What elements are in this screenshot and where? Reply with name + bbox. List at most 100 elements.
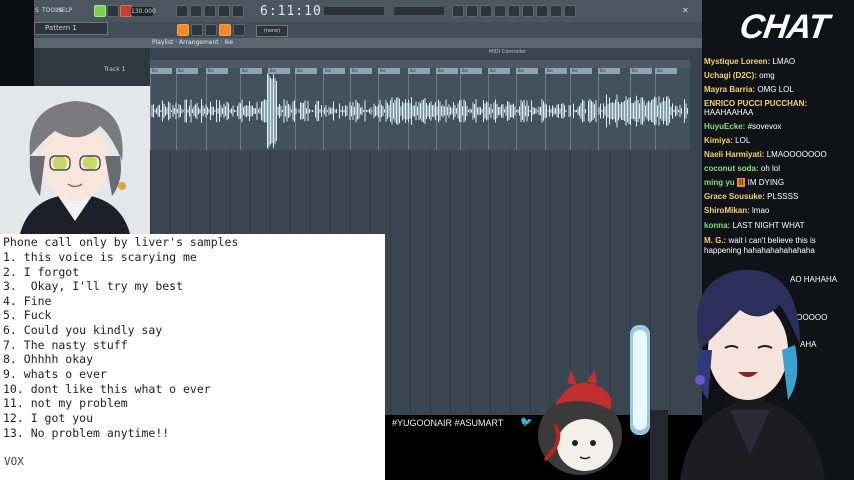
chat-username: Kimiya: xyxy=(704,136,733,145)
list-item: 7. The nasty stuff xyxy=(3,338,128,352)
chat-username: Mayra Barria: xyxy=(704,85,756,94)
tempo-display[interactable]: 130.000 xyxy=(131,7,156,16)
chat-text: lmao xyxy=(752,206,770,215)
snap-button[interactable] xyxy=(177,24,189,36)
close-icon[interactable]: ✕ xyxy=(682,6,689,15)
fl-secondary-toolbar: (none) Pattern 1 FL STUDIO GRAVIT MIDI C… xyxy=(34,22,702,55)
chat-text: IM DYING xyxy=(747,178,785,187)
list-item: 1. this voice is scarying me xyxy=(3,250,197,264)
chat-text: wait i can't believe this is xyxy=(728,236,816,245)
chat-message: Kimiya: LOL xyxy=(704,136,750,145)
chat-text: OMG LOL xyxy=(757,85,794,94)
menu-s[interactable]: S xyxy=(35,7,39,14)
waveform xyxy=(151,73,688,149)
playlist-title: Playlist · Arrangement · Ike xyxy=(152,39,234,46)
chat-username: coconut soda: xyxy=(704,164,759,173)
list-item: 10. dont like this what o ever xyxy=(3,382,211,396)
list-item: 2. I forgot xyxy=(3,265,80,279)
step-edit-button[interactable] xyxy=(218,5,230,17)
chat-text: PLSSSS xyxy=(767,192,799,201)
mic-button[interactable] xyxy=(480,5,492,17)
chibi-mascot xyxy=(538,369,622,475)
mixer-button[interactable] xyxy=(550,5,562,17)
cut-button[interactable] xyxy=(494,5,506,17)
member-badge-icon: II xyxy=(736,178,746,187)
timeline-ruler[interactable] xyxy=(150,60,690,68)
list-item: 9. whats o ever xyxy=(3,367,107,381)
typing-keyboard-button[interactable] xyxy=(232,5,244,17)
avatar-left xyxy=(0,86,150,234)
draw-tool-button[interactable] xyxy=(191,24,203,36)
help-button[interactable] xyxy=(522,5,534,17)
browser-button[interactable] xyxy=(536,5,548,17)
song-position-time: 6:11:10 xyxy=(260,4,322,19)
chat-text: omg xyxy=(759,71,775,80)
hint-line-2: MIDI Controller xyxy=(489,49,527,55)
chat-message: Grace Sousuke: PLSSSS xyxy=(704,192,798,201)
slice-tool-button[interactable] xyxy=(219,24,231,36)
list-item: 5. Fuck xyxy=(3,308,52,322)
chat-username: M. G.: xyxy=(704,236,727,245)
wait-button[interactable] xyxy=(190,5,202,17)
chat-message: ENRICO PUCCI PUCCHAN: xyxy=(704,99,807,108)
list-item: 4. Fine xyxy=(3,294,52,308)
paint-tool-button[interactable] xyxy=(205,24,217,36)
menu-help[interactable]: HELP xyxy=(57,7,72,14)
chat-username: Grace Sousuke: xyxy=(704,192,765,201)
chat-message: Uchagi (D2C): omg xyxy=(704,71,775,80)
fl-top-toolbar: S TOOLS HELP 130.000 6:11:10 ✕ xyxy=(34,0,702,23)
list-item: 8. Ohhhh okay xyxy=(3,352,94,366)
chat-username: HuyuEcke: xyxy=(704,122,746,131)
chat-text: LAST NIGHT WHAT xyxy=(732,221,805,230)
chat-text: oh lol xyxy=(760,164,781,173)
list-item: 13. No problem anytime!! xyxy=(3,426,170,440)
chat-message: coconut soda: oh lol xyxy=(704,164,780,173)
pattern-selector[interactable]: Pattern 1 xyxy=(34,22,108,35)
chat-message: HAAHAAHAA xyxy=(704,108,753,117)
chat-message: ming yu II IM DYING xyxy=(704,178,784,187)
snap-select[interactable]: (none) xyxy=(256,25,288,37)
chat-text: LMAO xyxy=(772,57,796,66)
pattern-song-toggle[interactable] xyxy=(94,5,106,17)
chat-title: CHAT xyxy=(737,8,831,46)
chat-message: Naeli Harmiyati: LMAOOOOOOO xyxy=(704,150,827,159)
chat-text: LOL xyxy=(735,136,751,145)
playlist-title-bar[interactable]: Playlist · Arrangement · Ike xyxy=(34,38,702,48)
hashtags: #YUGOONAIR #ASUMART xyxy=(392,418,504,428)
list-item: 11. not my problem xyxy=(3,396,128,410)
online-news-button[interactable] xyxy=(452,5,464,17)
track-name[interactable]: Track 1 xyxy=(104,66,125,73)
select-tool-button[interactable] xyxy=(233,24,245,36)
chat-message: HuyuEcke: #sovevox xyxy=(704,122,781,131)
chat-username: ENRICO PUCCI PUCCHAN: xyxy=(704,99,808,108)
chat-message: konna: LAST NIGHT WHAT xyxy=(704,221,804,230)
chat-username: Mystique Loreen: xyxy=(704,57,771,66)
chat-username: Uchagi (D2C): xyxy=(704,71,757,80)
master-pitch-slider[interactable] xyxy=(324,7,384,15)
chat-message: ShiroMikan: lmao xyxy=(704,206,769,215)
chat-username: ShiroMikan: xyxy=(704,206,750,215)
chat-text: HAAHAAHAA xyxy=(704,108,754,117)
chat-message: Mystique Loreen: LMAO xyxy=(704,57,795,66)
play-button[interactable] xyxy=(107,5,119,17)
loop-record-button[interactable] xyxy=(204,5,216,17)
chat-message: Mayra Barria: OMG LOL xyxy=(704,85,794,94)
chat-username: ming yu xyxy=(704,178,735,187)
avatar-right xyxy=(630,269,825,480)
chat-username: konna: xyxy=(704,221,731,230)
metronome-button[interactable] xyxy=(176,5,188,17)
chat-message: M. G.: wait i can't believe this is xyxy=(704,236,816,245)
chat-text: #sovevox xyxy=(747,122,782,131)
notes-footer: VOX xyxy=(4,455,24,468)
list-item: 3. Okay, I'll try my best xyxy=(3,279,184,293)
undo-button[interactable] xyxy=(466,5,478,17)
notes-title: Phone call only by liver's samples xyxy=(3,235,239,249)
channel-rack-button[interactable] xyxy=(564,5,576,17)
chat-username: Naeli Harmiyati: xyxy=(704,150,765,159)
cpu-meter xyxy=(394,7,444,15)
notes-panel: Phone call only by liver's samples 1. th… xyxy=(0,234,385,480)
piano-roll-button[interactable] xyxy=(508,5,520,17)
list-item: 12. I got you xyxy=(3,411,94,425)
list-item: 6. Could you kindly say xyxy=(3,323,163,337)
chat-text: LMAOOOOOOO xyxy=(766,150,827,159)
